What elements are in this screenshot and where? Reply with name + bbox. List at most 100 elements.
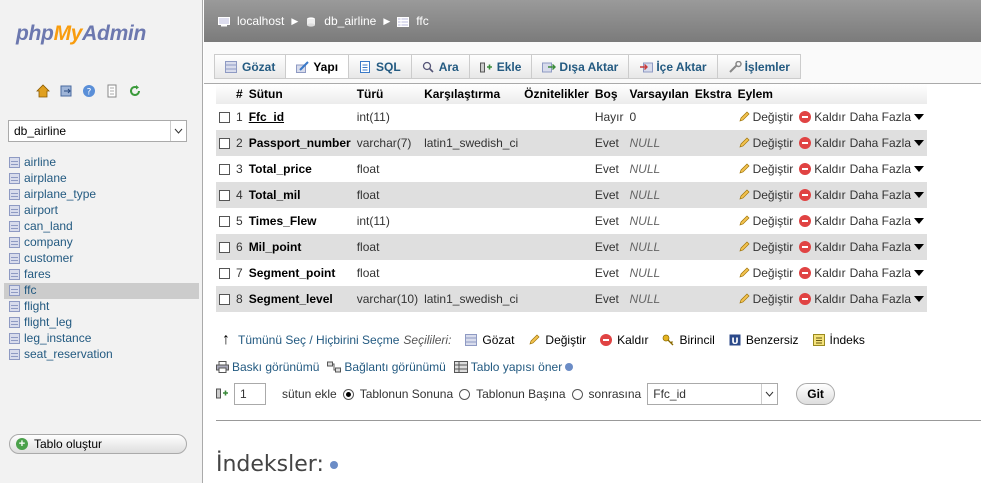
sidebar-table-item[interactable]: customer [4,251,199,267]
row-checkbox[interactable] [219,138,230,150]
breadcrumb-database[interactable]: db_airline [324,14,376,28]
tab-operations[interactable]: İşlemler [716,54,801,79]
tab-search[interactable]: Ara [410,54,469,79]
change-button[interactable]: Değiştir [738,292,793,306]
sidebar-table-item[interactable]: flight_leg [4,315,199,331]
change-button[interactable]: Değiştir [738,136,793,150]
more-dropdown[interactable]: Daha Fazla [850,136,925,150]
relation-view-link[interactable]: Bağlantı görünümü [327,360,446,374]
drop-button[interactable]: Kaldır [793,214,846,228]
after-radio[interactable] [571,388,583,400]
bulk-change-button[interactable]: Değiştir [528,333,586,347]
change-button[interactable]: Değiştir [738,266,793,280]
row-checkbox[interactable] [219,294,230,306]
change-button[interactable]: Değiştir [738,214,793,228]
print-view-link[interactable]: Baskı görünümü [216,360,319,374]
sidebar-table-item[interactable]: airport [4,203,199,219]
propose-structure-link[interactable]: Tablo yapısı öner [453,360,574,374]
change-button[interactable]: Değiştir [738,162,793,176]
sidebar-table-item[interactable]: company [4,235,199,251]
tab-structure[interactable]: Yapı [285,54,349,79]
tab-import[interactable]: İçe Aktar [628,54,717,79]
create-table-button[interactable]: + Tablo oluştur [9,434,187,454]
bulk-unique-button[interactable]: U Benzersiz [729,333,799,347]
drop-button[interactable]: Kaldır [793,266,846,280]
row-checkbox[interactable] [219,112,230,124]
sidebar-table-item[interactable]: airplane [4,171,199,187]
more-dropdown[interactable]: Daha Fazla [850,188,925,202]
tab-export[interactable]: Dışa Aktar [531,54,629,79]
drop-button[interactable]: Kaldır [793,240,846,254]
sidebar-table-item[interactable]: leg_instance [4,331,199,347]
sidebar-table-item[interactable]: flight [4,299,199,315]
sidebar-table-item[interactable]: can_land [4,219,199,235]
sidebar-table-item[interactable]: fares [4,267,199,283]
drop-button[interactable]: Kaldır [793,162,846,176]
drop-button[interactable]: Kaldır [793,110,846,124]
change-button[interactable]: Değiştir [738,110,793,124]
table-icon[interactable] [9,189,20,200]
help-icon[interactable] [329,461,338,469]
drop-button[interactable]: Kaldır [793,188,846,202]
tab-browse[interactable]: Gözat [214,54,286,79]
change-button[interactable]: Değiştir [738,240,793,254]
exit-icon[interactable] [59,84,73,98]
tab-insert[interactable]: Ekle [468,54,532,79]
phpmyadmin-logo[interactable]: phpMyAdmin [16,22,146,46]
row-checkbox[interactable] [219,242,230,254]
at-start-radio[interactable] [459,388,471,400]
bulk-index-button[interactable]: İndeks [812,333,865,347]
more-dropdown[interactable]: Daha Fazla [850,292,925,306]
table-icon[interactable] [9,285,20,296]
table-icon[interactable] [9,349,20,360]
row-checkbox[interactable] [219,268,230,280]
more-dropdown[interactable]: Daha Fazla [850,110,925,124]
change-button[interactable]: Değiştir [738,188,793,202]
at-start-label[interactable]: Tablonun Başına [476,387,565,401]
breadcrumb-server[interactable]: localhost [237,14,284,28]
table-icon[interactable] [9,221,20,232]
docs-icon[interactable] [105,84,119,98]
table-icon[interactable] [9,333,20,344]
table-icon[interactable] [9,269,20,280]
bulk-primary-button[interactable]: Birincil [662,333,715,347]
drop-button[interactable]: Kaldır [793,292,846,306]
select-all-link[interactable]: Tümünü Seç / Hiçbirini Seçme [238,333,399,347]
reload-icon[interactable] [128,84,142,98]
sidebar-table-item[interactable]: airplane_type [4,187,199,203]
sidebar-table-item[interactable]: airline [4,155,199,171]
more-dropdown[interactable]: Daha Fazla [850,214,925,228]
more-dropdown[interactable]: Daha Fazla [850,266,925,280]
more-dropdown[interactable]: Daha Fazla [850,240,925,254]
sidebar-table-label: company [24,235,73,249]
bulk-browse-button[interactable]: Gözat [465,333,514,347]
more-dropdown[interactable]: Daha Fazla [850,162,925,176]
database-select[interactable]: db_airline [8,120,187,142]
tab-sql[interactable]: SQL [348,54,411,79]
after-label[interactable]: sonrasına [589,387,642,401]
breadcrumb-table[interactable]: ffc [416,14,428,28]
after-column-select[interactable]: Ffc_id [647,383,779,405]
sidebar-table-item[interactable]: ffc [4,283,199,299]
help-icon[interactable] [565,363,574,371]
row-checkbox[interactable] [219,216,230,228]
bulk-drop-button[interactable]: Kaldır [600,333,648,347]
help-icon[interactable]: ? [82,84,96,98]
table-icon[interactable] [9,237,20,248]
table-icon[interactable] [9,173,20,184]
table-icon[interactable] [9,157,20,168]
column-count-input[interactable]: 1 [234,383,266,405]
at-end-label[interactable]: Tablonun Sonuna [360,387,453,401]
at-end-radio[interactable] [342,388,354,400]
row-checkbox[interactable] [219,190,230,202]
home-icon[interactable] [36,84,50,98]
column-name[interactable]: Ffc_id [249,110,284,124]
go-button[interactable]: Git [796,383,835,405]
table-icon[interactable] [9,301,20,312]
drop-button[interactable]: Kaldır [793,136,846,150]
table-icon[interactable] [9,317,20,328]
table-icon[interactable] [9,205,20,216]
row-checkbox[interactable] [219,164,230,176]
sidebar-table-item[interactable]: seat_reservation [4,347,199,363]
table-icon[interactable] [9,253,20,264]
